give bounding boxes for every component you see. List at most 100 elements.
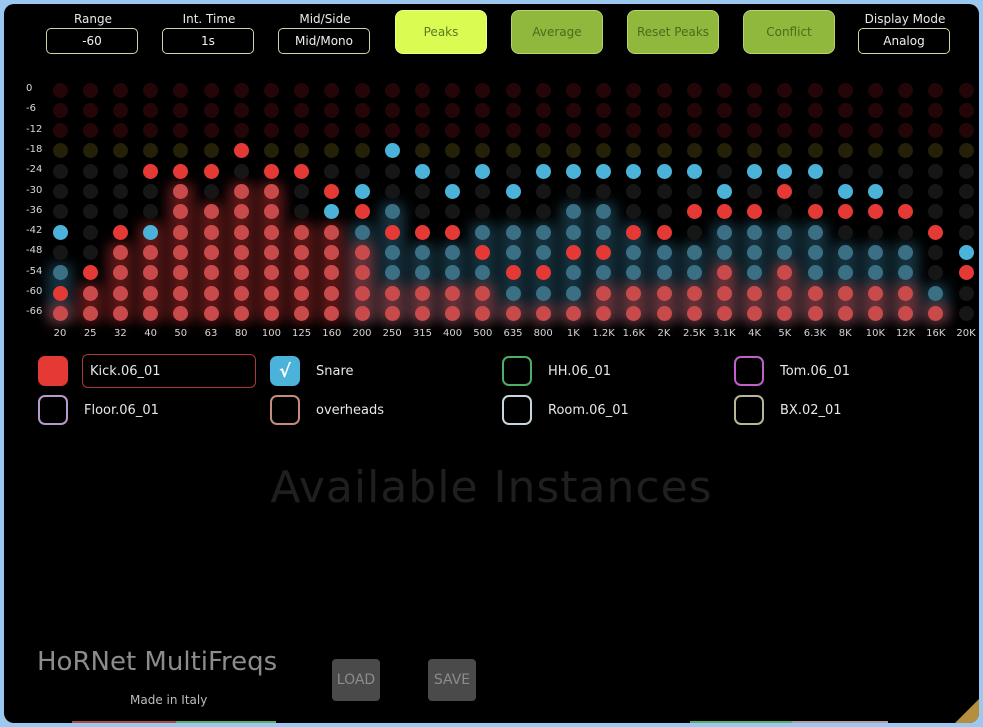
- x-tick-label: 50: [174, 328, 188, 339]
- x-tick-label: 800: [533, 328, 553, 339]
- resize-handle[interactable]: [955, 699, 979, 723]
- y-tick-label: -54: [26, 265, 43, 277]
- grid-dot: [837, 143, 853, 159]
- x-tick-label: 635: [503, 328, 523, 339]
- x-tick-label: 100: [261, 328, 281, 339]
- grid-dot: [596, 102, 612, 118]
- grid-dot: [626, 82, 642, 98]
- grid-dot: [928, 184, 944, 199]
- y-tick-label: -66: [26, 306, 43, 318]
- instance-floor-checkbox[interactable]: [38, 395, 68, 425]
- instance-tom-checkbox[interactable]: [734, 356, 764, 386]
- kick-level-dot: [82, 285, 98, 301]
- grid-dot: [445, 123, 461, 139]
- grid-dot: [82, 204, 98, 220]
- grid-dot: [747, 143, 763, 159]
- kick-level-dot: [233, 265, 249, 281]
- grid-dot: [928, 102, 944, 118]
- instance-hh-checkbox[interactable]: [502, 356, 532, 386]
- snare-level-dot: [445, 244, 461, 260]
- grid-dot: [747, 184, 763, 199]
- grid-dot: [233, 102, 249, 118]
- grid-dot: [898, 184, 914, 199]
- grid-dot: [958, 285, 974, 301]
- grid-dot: [777, 123, 793, 139]
- y-tick-label: -24: [26, 164, 43, 176]
- kick-peak-dot: [686, 204, 702, 220]
- snare-level-dot: [384, 265, 400, 281]
- grid-dot: [807, 184, 823, 199]
- snare-level-dot: [867, 244, 883, 260]
- kick-peak-dot: [656, 224, 672, 240]
- kick-level-dot: [596, 305, 612, 321]
- y-tick-label: -36: [26, 204, 43, 216]
- grid-dot: [203, 123, 219, 139]
- kick-level-dot: [263, 285, 279, 301]
- grid-dot: [475, 143, 491, 159]
- x-tick-label: 250: [382, 328, 402, 339]
- kick-level-dot: [294, 305, 310, 321]
- grid-dot: [112, 102, 128, 118]
- grid-dot: [777, 204, 793, 220]
- kick-level-dot: [173, 224, 189, 240]
- snare-peak-dot: [143, 224, 159, 240]
- grid-dot: [928, 265, 944, 281]
- kick-level-dot: [716, 305, 732, 321]
- snare-peak-dot: [475, 163, 491, 179]
- instance-kick-name-field[interactable]: Kick.06_01: [82, 354, 256, 388]
- kick-peak-dot: [445, 224, 461, 240]
- instance-snare-label: Snare: [316, 363, 354, 379]
- bottom-tab-strip-green: [176, 721, 276, 723]
- grid-dot: [656, 143, 672, 159]
- kick-peak-dot: [898, 204, 914, 220]
- grid-dot: [535, 143, 551, 159]
- snare-peak-dot: [414, 163, 430, 179]
- grid-dot: [867, 224, 883, 240]
- instance-room-checkbox[interactable]: [502, 395, 532, 425]
- instance-bx-checkbox[interactable]: [734, 395, 764, 425]
- load-button[interactable]: LOAD: [332, 659, 380, 701]
- kick-level-dot: [596, 285, 612, 301]
- instance-overheads-checkbox[interactable]: [270, 395, 300, 425]
- grid-dot: [263, 143, 279, 159]
- snare-peak-dot: [867, 184, 883, 199]
- kick-level-dot: [112, 285, 128, 301]
- kick-level-dot: [203, 285, 219, 301]
- instance-kick-checkbox[interactable]: [38, 356, 68, 386]
- grid-dot: [445, 82, 461, 98]
- snare-level-dot: [505, 224, 521, 240]
- grid-dot: [505, 82, 521, 98]
- snare-level-dot: [414, 244, 430, 260]
- kick-peak-dot: [112, 224, 128, 240]
- grid-dot: [324, 143, 340, 159]
- snare-level-dot: [565, 265, 581, 281]
- grid-dot: [958, 184, 974, 199]
- kick-level-dot: [233, 224, 249, 240]
- kick-level-dot: [898, 305, 914, 321]
- grid-dot: [565, 184, 581, 199]
- grid-dot: [82, 184, 98, 199]
- kick-peak-dot: [414, 224, 430, 240]
- snare-peak-dot: [656, 163, 672, 179]
- instance-snare-checkbox[interactable]: √: [270, 356, 300, 386]
- y-tick-label: -6: [26, 103, 36, 115]
- kick-level-dot: [263, 305, 279, 321]
- brand-tagline: Made in Italy: [130, 693, 208, 707]
- save-button[interactable]: SAVE: [428, 659, 476, 701]
- grid-dot: [898, 163, 914, 179]
- grid-dot: [505, 123, 521, 139]
- instance-bx: BX.02_01: [734, 395, 842, 425]
- kick-level-dot: [203, 265, 219, 281]
- kick-level-dot: [505, 305, 521, 321]
- snare-level-dot: [414, 265, 430, 281]
- snare-level-dot: [837, 265, 853, 281]
- kick-level-dot: [686, 305, 702, 321]
- grid-dot: [837, 102, 853, 118]
- grid-dot: [565, 102, 581, 118]
- grid-dot: [445, 102, 461, 118]
- snare-level-dot: [535, 285, 551, 301]
- kick-level-dot: [656, 305, 672, 321]
- grid-dot: [82, 224, 98, 240]
- kick-peak-dot: [233, 143, 249, 159]
- grid-dot: [112, 204, 128, 220]
